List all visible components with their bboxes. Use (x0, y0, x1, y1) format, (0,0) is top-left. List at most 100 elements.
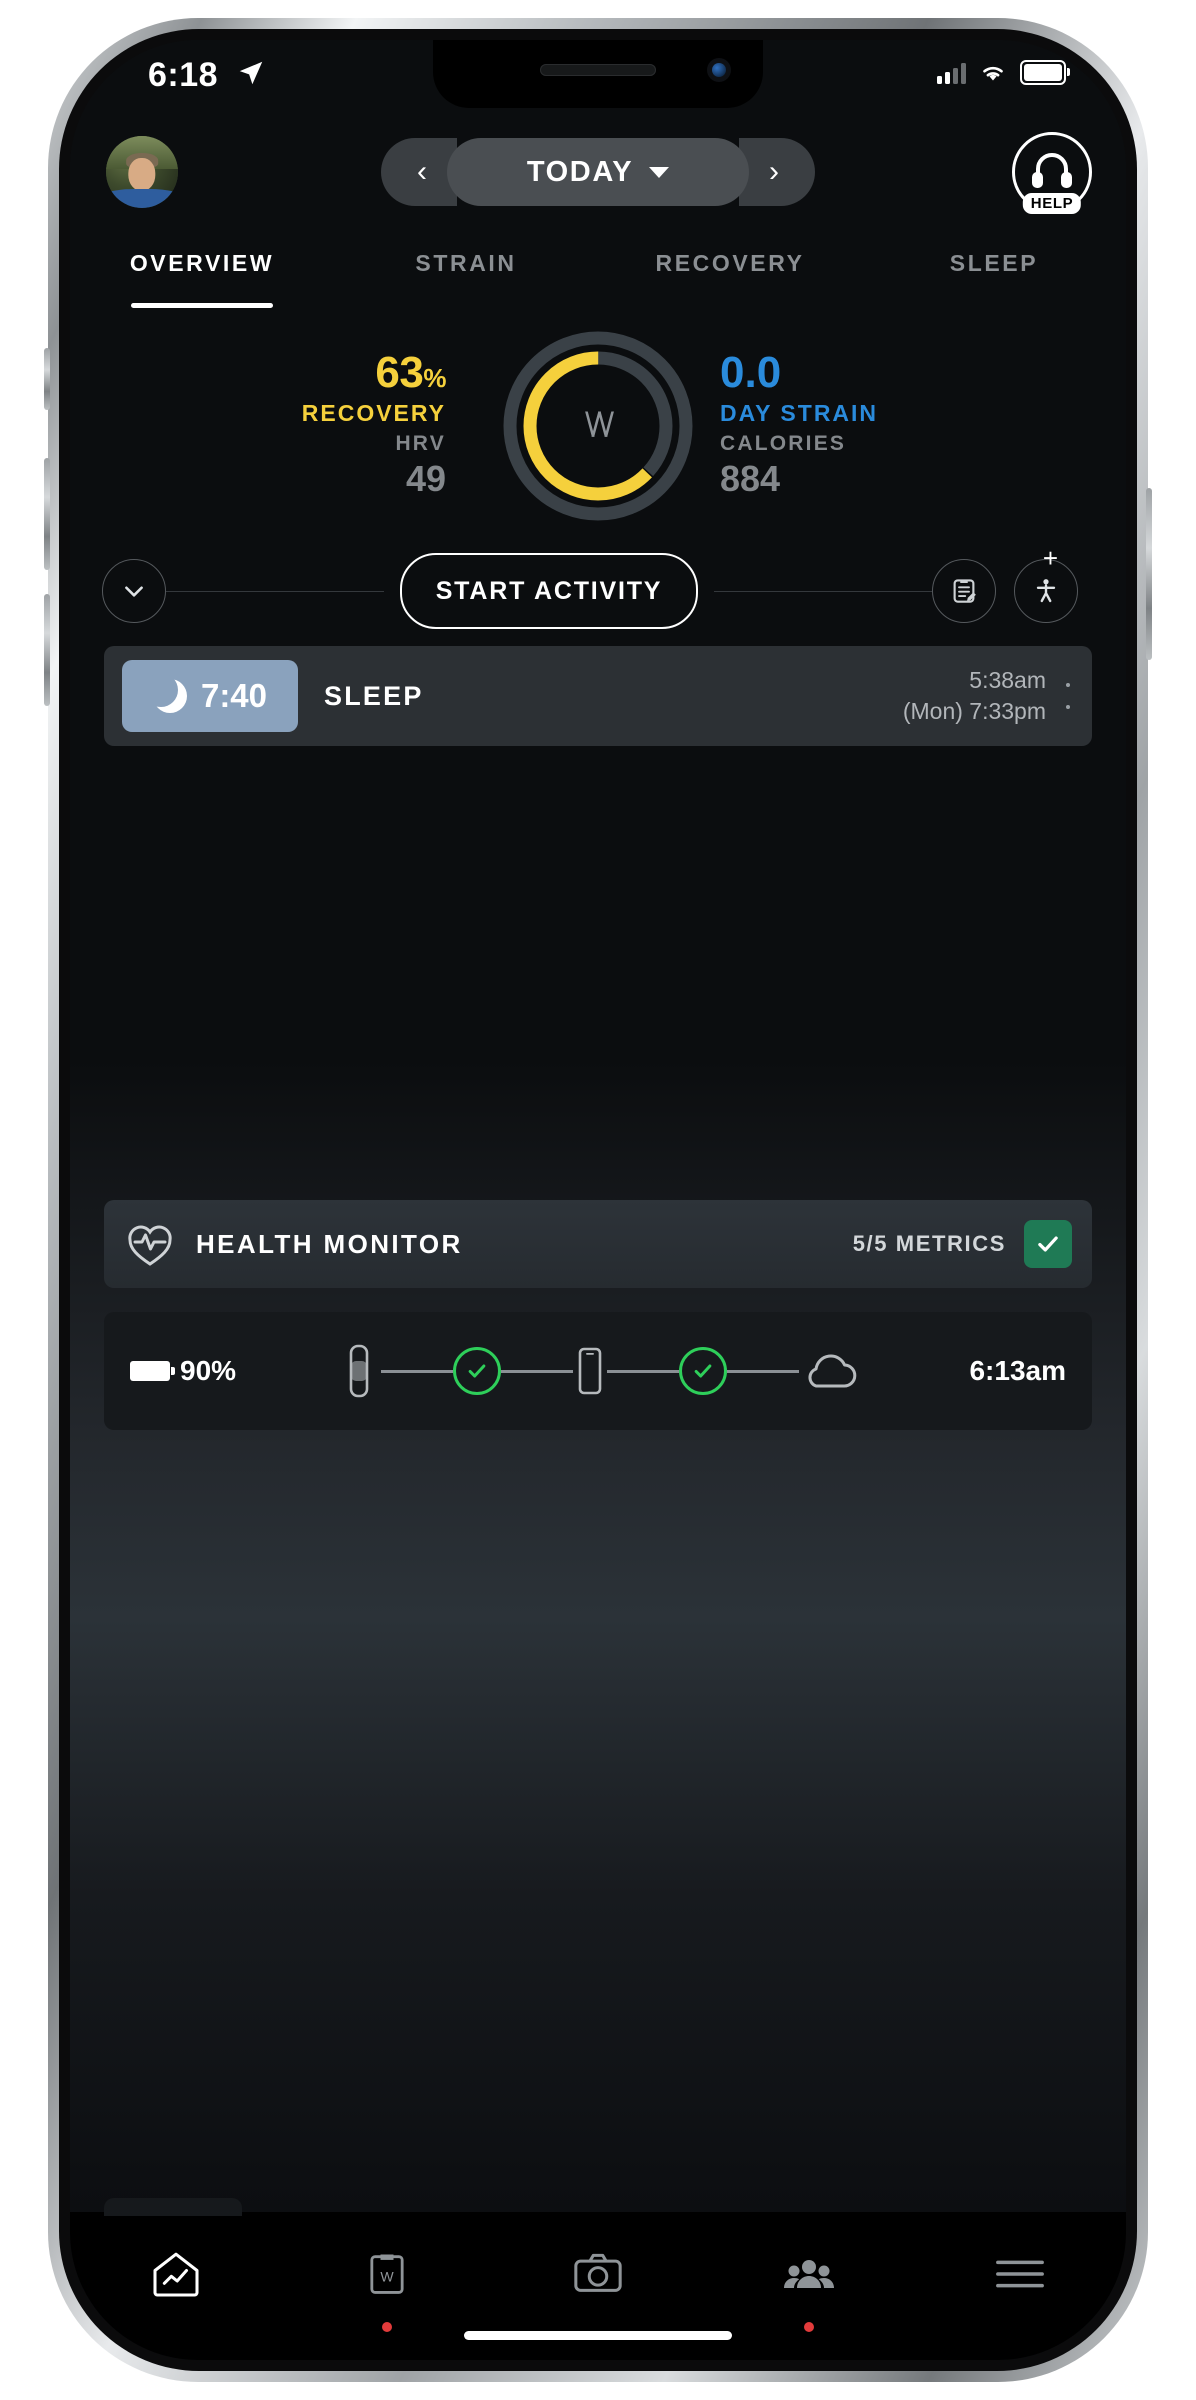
calories-label: CALORIES (720, 432, 847, 455)
community-badge (804, 2322, 815, 2332)
location-arrow-icon (239, 61, 263, 85)
check-icon (694, 1364, 712, 1378)
day-label: TODAY (526, 155, 634, 188)
recovery-value: 63 (375, 348, 424, 397)
device-notch (433, 40, 763, 108)
add-activity-icon (1036, 579, 1056, 603)
recovery-label: RECOVERY (301, 400, 446, 426)
help-label: HELP (1022, 193, 1082, 214)
sleep-times: 5:38am (Mon) 7:33pm (903, 665, 1046, 727)
sync-line-4 (726, 1369, 799, 1373)
hrv-label: HRV (395, 432, 446, 455)
bottom-nav: W (70, 2198, 1126, 2360)
power-button[interactable] (1146, 488, 1152, 660)
strain-value: 0.0 (720, 348, 782, 397)
tab-strain[interactable]: STRAIN (334, 236, 598, 310)
previous-day-button[interactable]: ‹ (381, 138, 457, 206)
hrv-value: 49 (405, 458, 446, 499)
camera-icon (574, 2253, 622, 2292)
tab-recovery[interactable]: RECOVERY (598, 236, 862, 310)
whoop-app: 6:18 ‹ TODAY › HELP OVERVIEW STRAIN RECO… (70, 40, 1126, 2360)
sync-check-1 (452, 1347, 501, 1395)
sync-check-2 (678, 1347, 727, 1395)
sleep-range-dots (1066, 683, 1070, 709)
sync-line-3 (606, 1369, 679, 1373)
strap-battery-percent: 90% (180, 1355, 237, 1386)
expand-button[interactable] (102, 559, 166, 623)
health-monitor-status-badge (1024, 1220, 1072, 1268)
sync-chain (254, 1344, 943, 1398)
avatar[interactable] (106, 136, 178, 208)
iphone-device: 6:18 ‹ TODAY › HELP OVERVIEW STRAIN RECO… (44, 18, 1152, 2382)
strain-label: DAY STRAIN (720, 400, 879, 426)
start-activity-button[interactable]: START ACTIVITY (399, 553, 699, 629)
front-camera (707, 58, 731, 82)
home-indicator (464, 2331, 732, 2340)
svg-text:W: W (380, 2269, 394, 2285)
volume-up-button[interactable] (44, 458, 50, 570)
recovery-value-row: 63% (266, 348, 446, 398)
sleep-duration-badge: 7:40 (122, 660, 298, 732)
battery-full-icon (1020, 60, 1070, 85)
recovery-ring[interactable]: \/\/ (500, 328, 696, 524)
hamburger-menu-icon (996, 2260, 1045, 2288)
sleep-duration: 7:40 (200, 677, 268, 714)
whoop-strap-icon (349, 1344, 369, 1398)
tab-sleep[interactable]: SLEEP (862, 236, 1126, 310)
sleep-bed-time: (Mon) 7:33pm (902, 698, 1046, 724)
phone-screen: 6:18 ‹ TODAY › HELP OVERVIEW STRAIN RECO… (70, 40, 1126, 2360)
health-monitor-card[interactable]: HEALTH MONITOR 5/5 METRICS (104, 1200, 1092, 1288)
earpiece-speaker (540, 64, 656, 76)
volume-down-button[interactable] (44, 594, 50, 706)
journal-clipboard-icon (953, 579, 976, 603)
nav-community[interactable] (704, 2212, 915, 2360)
action-row: START ACTIVITY + (70, 545, 1126, 634)
sync-line-1 (380, 1369, 453, 1373)
home-chart-icon (153, 2252, 199, 2297)
nav-journal[interactable]: W (281, 2212, 492, 2360)
recovery-unit: % (423, 363, 446, 393)
cellular-signal-icon (937, 62, 966, 84)
summary-section: 63% RECOVERY 0.0 DAY STRAIN HRV 49 CALOR… (70, 326, 1126, 541)
app-header: ‹ TODAY › HELP (70, 128, 1126, 218)
divider-right (714, 590, 932, 592)
mute-switch[interactable] (44, 348, 50, 410)
help-button[interactable]: HELP (1012, 132, 1092, 214)
tab-bar: OVERVIEW STRAIN RECOVERY SLEEP (70, 236, 1126, 310)
check-icon (468, 1364, 486, 1378)
sleep-title: SLEEP (324, 680, 424, 711)
sleep-card[interactable]: 7:40 SLEEP 5:38am (Mon) 7:33pm (104, 646, 1092, 746)
nav-menu[interactable] (915, 2212, 1126, 2360)
next-day-button[interactable]: › (739, 138, 815, 206)
status-time: 6:18 (148, 56, 219, 94)
calories-metric[interactable]: CALORIES 884 (720, 432, 930, 500)
nav-home[interactable] (70, 2212, 281, 2360)
screenshot-canvas: 6:18 ‹ TODAY › HELP OVERVIEW STRAIN RECO… (0, 0, 1196, 2400)
status-indicators (937, 60, 1070, 85)
hrv-metric[interactable]: HRV 49 (266, 432, 446, 500)
recovery-metric[interactable]: 63% RECOVERY (266, 348, 447, 427)
secondary-actions: + (932, 545, 1110, 623)
last-sync-time: 6:13am (969, 1355, 1066, 1386)
journal-button[interactable] (932, 559, 996, 623)
health-monitor-metrics: 5/5 METRICS (852, 1231, 1006, 1256)
sleep-wake-time: 5:38am (969, 666, 1046, 693)
day-dropdown[interactable]: TODAY (447, 138, 749, 206)
strain-metric[interactable]: 0.0 DAY STRAIN (720, 348, 930, 427)
divider-left (166, 590, 384, 592)
sync-status-card[interactable]: 90% 6:13am (104, 1312, 1092, 1430)
heart-pulse-icon (128, 1225, 172, 1266)
chevron-down-icon (649, 166, 670, 178)
tab-overview[interactable]: OVERVIEW (70, 236, 334, 310)
whoop-logo: \/\/ (585, 406, 614, 445)
wifi-icon (983, 66, 1003, 80)
battery-icon (130, 1361, 175, 1381)
health-monitor-label: HEALTH MONITOR (196, 1228, 463, 1259)
day-selector: ‹ TODAY › (381, 138, 815, 206)
journal-w-icon: W (370, 2254, 404, 2294)
people-icon (784, 2260, 835, 2288)
cloud-icon (808, 1354, 857, 1388)
check-icon (1038, 1236, 1058, 1252)
calories-value: 884 (720, 458, 781, 499)
plus-icon: + (1042, 543, 1058, 573)
